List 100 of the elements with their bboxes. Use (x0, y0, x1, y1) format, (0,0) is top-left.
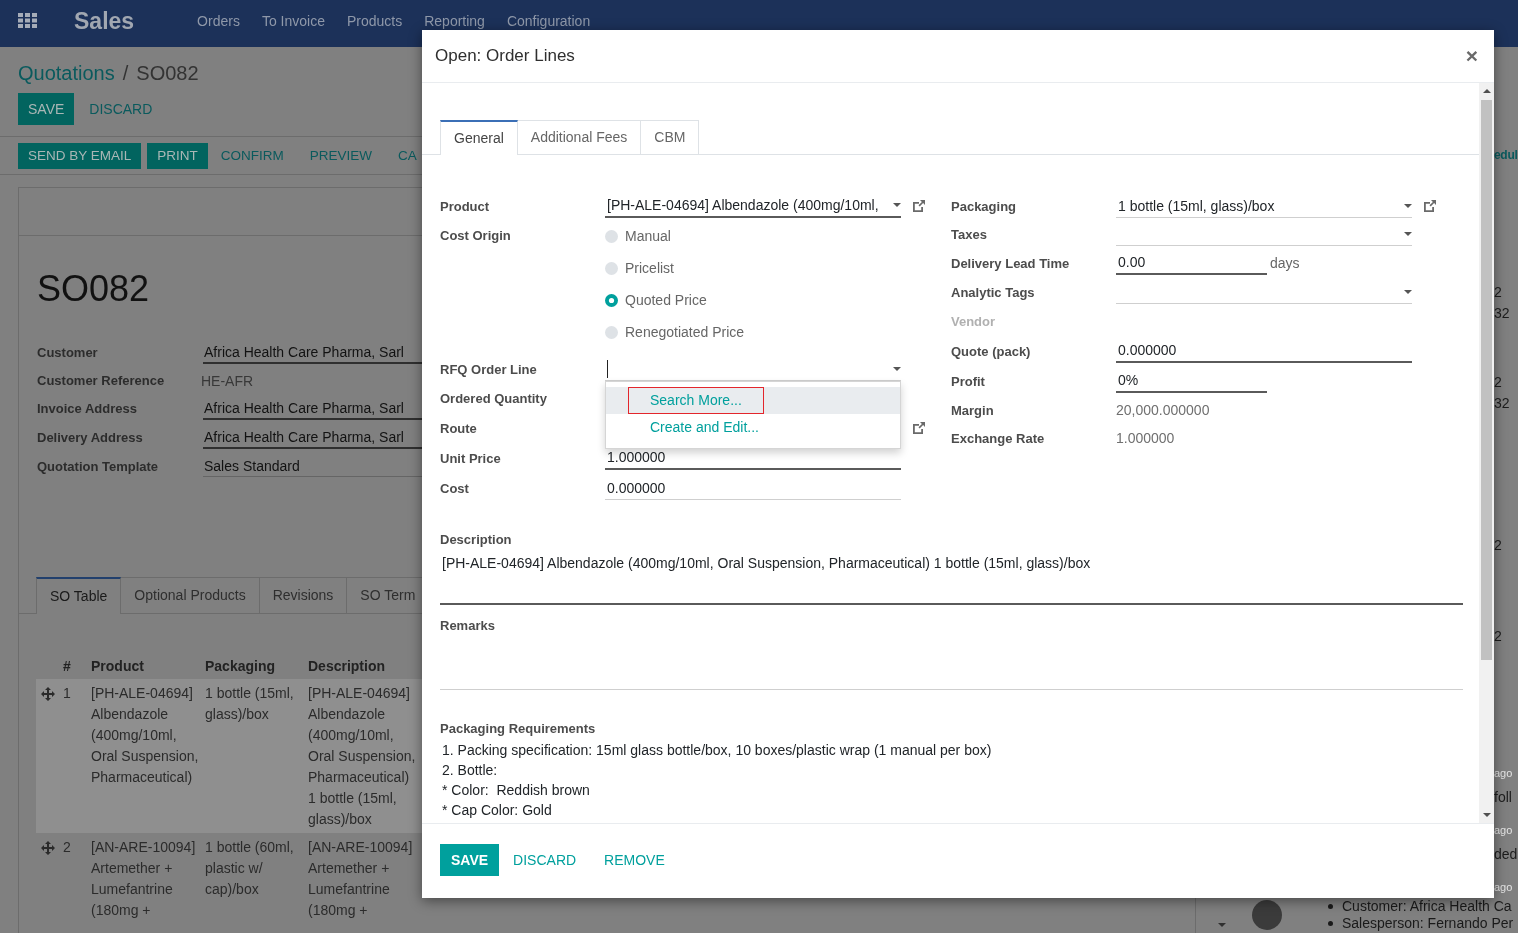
timestamp: ago (1494, 823, 1513, 838)
scrollbar-thumb[interactable] (1481, 100, 1492, 660)
field-label: Delivery Lead Time (951, 255, 1071, 271)
action-button[interactable]: SAVE (18, 93, 75, 125)
field-label: Customer (37, 345, 99, 360)
scrollbar-track[interactable] (1479, 83, 1494, 823)
action-button[interactable]: SAVE (440, 844, 500, 876)
table-cell-text: 1 bottle (60ml, plastic w/ cap)/box (204, 838, 295, 899)
radio-option[interactable]: Quoted Price (605, 284, 901, 316)
text-line: * Cap Color: Gold (442, 801, 553, 820)
close-button[interactable]: × (1463, 45, 1480, 67)
menu-item[interactable]: To Invoice (250, 10, 336, 31)
unit-label: days (1270, 255, 1300, 271)
field-label: Cost (440, 480, 470, 496)
scroll-down-icon[interactable] (1482, 813, 1491, 817)
avatar (1252, 900, 1282, 930)
column-header: Packaging (204, 657, 277, 676)
input-field[interactable]: 0.000000 (605, 476, 901, 500)
drag-handle-icon[interactable] (41, 841, 55, 855)
table-cell-text: [PH-ALE-04694] Albendazole (400mg/10ml, Oral Suspension, Pharmaceutical) 1 bottle (15ml, glass)/box (307, 684, 417, 829)
table-cell-text: [PH-ALE-04694] Albendazole (400mg/10ml, Oral Suspension, Pharmaceutical) (90, 684, 200, 787)
select-field[interactable]: 1 bottle (15ml, glass)/box (1116, 194, 1412, 218)
field-label: Customer Reference (37, 373, 166, 388)
message-text: Salesperson: Fernando Per (1342, 915, 1514, 932)
field-value: 20,000.000000 (1116, 402, 1210, 418)
caret-icon[interactable] (893, 366, 901, 371)
action-button[interactable]: SEND BY EMAIL (18, 143, 142, 169)
radio-option[interactable]: Manual (605, 220, 901, 252)
field-label: Unit Price (440, 450, 502, 466)
field-label: Packaging (951, 198, 1018, 214)
dropdown-option[interactable]: Search More... (606, 387, 900, 414)
field-label: Vendor (951, 313, 997, 329)
dropdown-option[interactable]: Create and Edit... (606, 414, 900, 441)
field-label: Quote (pack) (951, 343, 1032, 359)
table-cell-text: [AN-ARE-10094] Artemether + Lumefantrine (180mg + (90, 838, 197, 920)
field-label: Product (440, 198, 491, 214)
tab[interactable]: General (440, 120, 518, 155)
field-label: Exchange Rate (951, 430, 1046, 446)
radio-icon[interactable] (605, 325, 618, 339)
field-label: Ordered Quantity (440, 390, 548, 406)
scroll-up-icon[interactable] (1482, 89, 1491, 93)
text-button[interactable]: REMOVE (590, 844, 679, 876)
apps-icon[interactable] (18, 13, 37, 28)
input-field[interactable]: Sales Standard (203, 456, 422, 477)
message-text: 2 (1494, 627, 1502, 646)
radio-option[interactable]: Renegotiated Price (605, 316, 901, 348)
tab[interactable]: CBM (640, 120, 700, 154)
input-field[interactable]: 1.000000 (605, 446, 901, 470)
input-field[interactable]: 0.00 (1116, 251, 1267, 275)
external-link-icon[interactable] (913, 200, 925, 212)
radio-icon[interactable] (605, 293, 618, 307)
caret-icon[interactable] (1218, 923, 1226, 927)
text-button[interactable]: DISCARD (499, 844, 591, 876)
table-cell-text: 1 (62, 684, 72, 703)
menu-item[interactable]: Products (335, 10, 414, 31)
external-link-icon[interactable] (913, 422, 925, 434)
drag-handle-icon[interactable] (41, 687, 55, 701)
field-label: Margin (951, 402, 995, 418)
menu-item[interactable]: Configuration (495, 10, 602, 31)
input-field[interactable]: 0% (1116, 369, 1267, 393)
table-row[interactable] (36, 679, 422, 833)
field-value: HE-AFR (201, 372, 254, 389)
tab[interactable]: SO Table (36, 577, 122, 614)
caret-icon[interactable] (1404, 203, 1412, 208)
description-field[interactable]: [PH-ALE-04694] Albendazole (400mg/10ml, Oral Suspension, Pharmaceutical) 1 bottle (15ml, glass)/box (440, 554, 1463, 605)
app-title: Sales (74, 6, 135, 35)
caret-icon[interactable] (1404, 231, 1412, 236)
message-text: 2 (1494, 283, 1502, 302)
breadcrumb-separator: / (122, 61, 129, 85)
message-text: foll (1494, 788, 1512, 807)
input-field[interactable]: 0.000000 (1116, 339, 1412, 363)
text-line: * Color: Reddish brown (442, 781, 591, 800)
caret-icon[interactable] (893, 203, 901, 207)
section-label: Packaging Requirements (440, 720, 597, 738)
external-link-icon[interactable] (1424, 200, 1436, 212)
text-line: 1. Packing specification: 15ml glass bottle/box, 10 boxes/plastic wrap (1 manual per box) (442, 741, 993, 760)
section-label: Description (440, 531, 513, 549)
caret-icon[interactable] (1404, 289, 1412, 294)
record-title: SO082 (37, 267, 150, 311)
menu-item[interactable]: Reporting (413, 10, 496, 31)
message-text: 2 (1494, 536, 1502, 555)
message-text: 32 (1494, 304, 1510, 323)
table-row[interactable]: 2 [AN-ARE-10094] Artemether + Lumefantrine (180mg + 1 bottle (60ml, plastic w/ cap)/box [AN-ARE-10094] Artemether + Lumefantrine (180mg + (36, 833, 422, 924)
bullet-icon (1328, 921, 1333, 926)
bullet-icon (1328, 904, 1333, 909)
action-button[interactable]: PRINT (147, 143, 208, 169)
field-label: Profit (951, 373, 986, 389)
dialog-title: Open: Order Lines (435, 46, 575, 66)
radio-option[interactable]: Pricelist (605, 252, 901, 284)
timestamp: ago (1494, 766, 1513, 781)
radio-icon[interactable] (605, 229, 618, 243)
select-field[interactable]: [PH-ALE-04694] Albendazole (400mg/10ml, (605, 194, 901, 218)
menu-item[interactable]: Orders (186, 10, 251, 31)
field-label: Cost Origin (440, 227, 512, 245)
timestamp: ago (1494, 880, 1513, 895)
table-cell-text: 2 (62, 838, 72, 857)
column-header: Description (307, 657, 386, 676)
field-value: 1.000000 (1116, 430, 1175, 446)
field-label: Route (440, 420, 478, 436)
radio-icon[interactable] (605, 261, 618, 275)
